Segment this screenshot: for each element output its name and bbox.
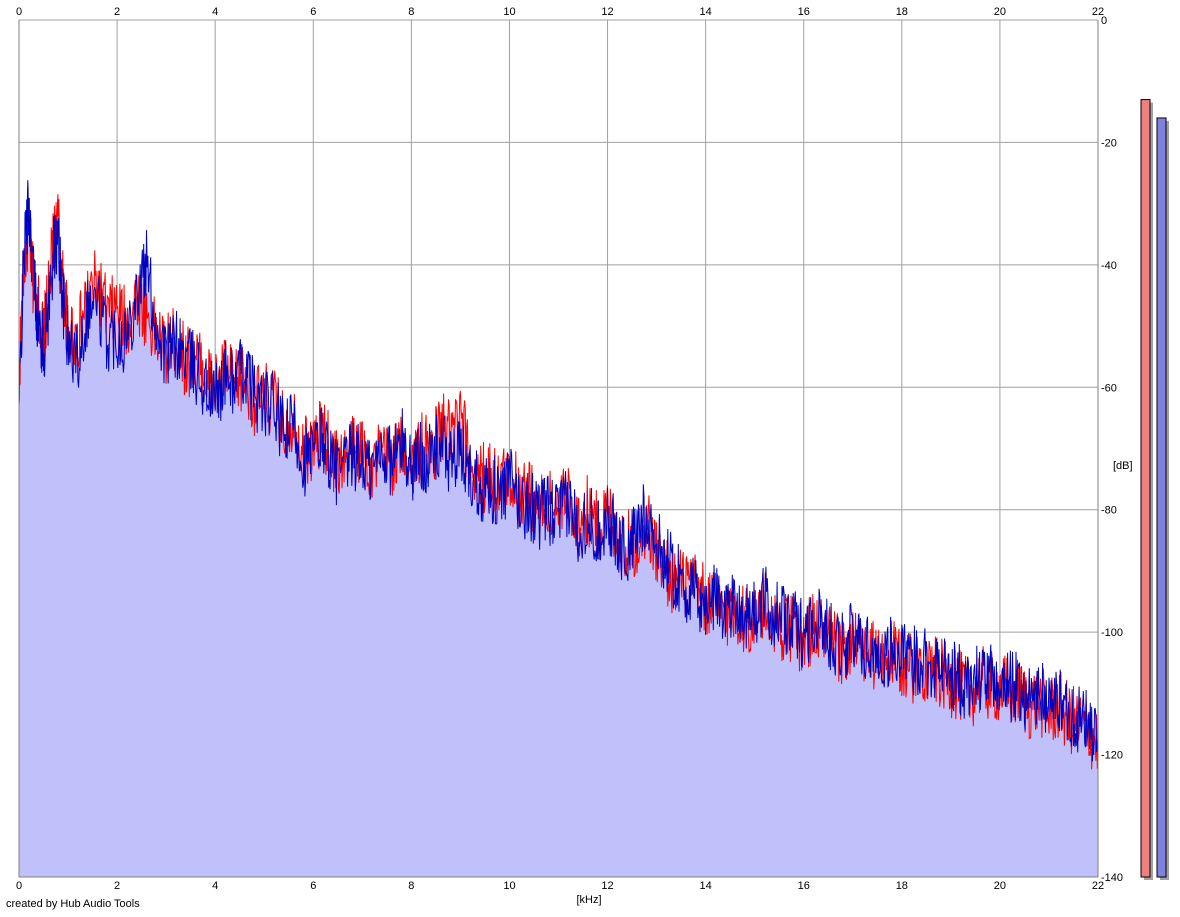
- x-tick-label-top: 18: [896, 6, 908, 18]
- x-tick-label-top: 0: [16, 6, 22, 18]
- y-tick-label: -120: [1101, 750, 1123, 762]
- y-tick-label: -140: [1101, 872, 1123, 884]
- x-tick-label-top: 10: [503, 6, 515, 18]
- x-tick-label-top: 14: [700, 6, 712, 18]
- x-tick-label-top: 4: [212, 6, 218, 18]
- x-tick-label-bottom: 14: [700, 880, 712, 892]
- spectrum-fill: [19, 180, 1098, 878]
- x-tick-label-top: 6: [310, 6, 316, 18]
- credit-text: created by Hub Audio Tools: [6, 898, 140, 910]
- y-tick-label: -40: [1101, 260, 1117, 272]
- red-level-meter: [1140, 99, 1151, 878]
- y-axis-label: [dB]: [1113, 460, 1133, 472]
- x-tick-label-bottom: 4: [212, 880, 218, 892]
- y-tick-label: 0: [1101, 15, 1107, 27]
- level-meters: [1140, 99, 1169, 881]
- x-tick-label-bottom: 8: [408, 880, 414, 892]
- x-tick-label-bottom: 20: [994, 880, 1006, 892]
- x-tick-label-top: 8: [408, 6, 414, 18]
- y-tick-label: -80: [1101, 505, 1117, 517]
- x-tick-label-top: 20: [994, 6, 1006, 18]
- blue-level-meter: [1156, 117, 1167, 878]
- x-tick-label-bottom: 18: [896, 880, 908, 892]
- x-tick-label-bottom: 12: [601, 880, 613, 892]
- x-tick-label-bottom: 2: [114, 880, 120, 892]
- x-tick-label-bottom: 10: [503, 880, 515, 892]
- y-tick-label: -60: [1101, 382, 1117, 394]
- spectrum-chart: 002244668810101212141416161818202022220-…: [16, 6, 1169, 906]
- y-tick-label: -100: [1101, 627, 1123, 639]
- x-tick-label-top: 2: [114, 6, 120, 18]
- blue-series-fill: [19, 180, 1098, 878]
- x-tick-label-top: 16: [798, 6, 810, 18]
- x-tick-label-bottom: 16: [798, 880, 810, 892]
- x-tick-label-bottom: 0: [16, 880, 22, 892]
- x-tick-label-top: 12: [601, 6, 613, 18]
- x-axis-label: [kHz]: [576, 894, 601, 906]
- x-tick-label-bottom: 6: [310, 880, 316, 892]
- y-tick-label: -20: [1101, 137, 1117, 149]
